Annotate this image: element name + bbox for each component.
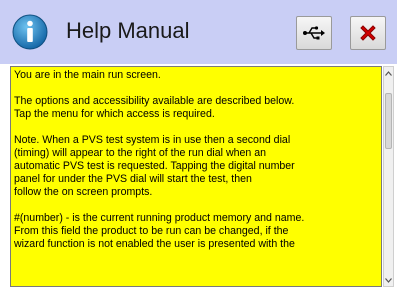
usb-icon [303,26,325,40]
vertical-scrollbar[interactable] [383,66,394,287]
help-manual-window: Help Manual You are in the main run scre… [0,0,397,288]
help-paragraph: The options and accessibility available … [14,95,295,120]
title-bar: Help Manual [0,0,397,64]
page-title: Help Manual [66,18,190,43]
help-text: You are in the main run screen. The opti… [14,69,374,264]
chevron-up-icon [385,70,392,76]
usb-button[interactable] [296,16,332,50]
help-text-panel[interactable]: You are in the main run screen. The opti… [10,66,382,287]
help-paragraph: #(number) - is the current running produ… [14,212,305,250]
info-icon [12,14,48,50]
scroll-down-arrow[interactable] [384,275,393,285]
chevron-down-icon [385,277,392,283]
help-paragraph: You are in the main run screen. [14,69,161,81]
close-icon [360,25,376,41]
scroll-up-arrow[interactable] [384,68,393,78]
close-button[interactable] [350,16,386,50]
help-paragraph: Note. When a PVS test system is in use t… [14,134,295,198]
scroll-thumb[interactable] [385,93,392,149]
